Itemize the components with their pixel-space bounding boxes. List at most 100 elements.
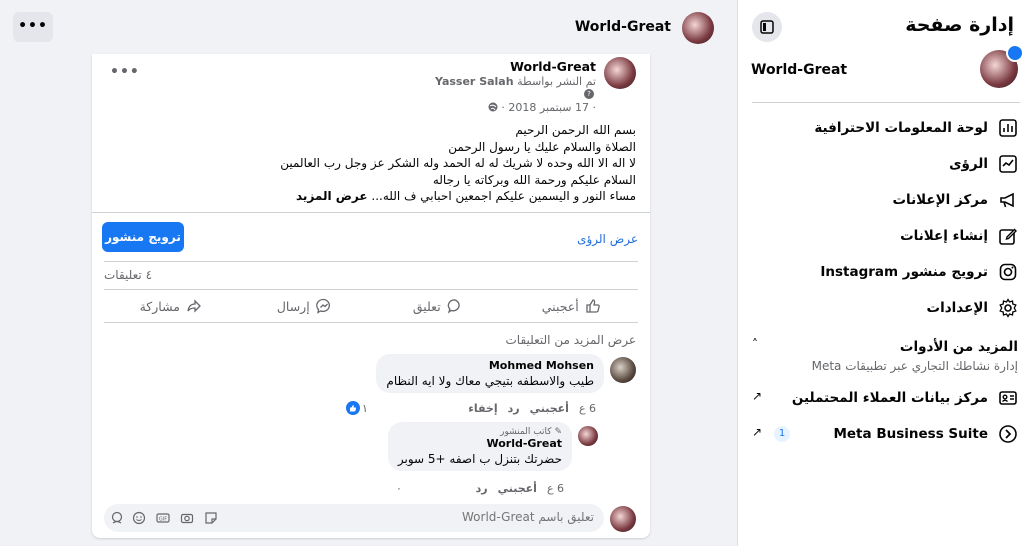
- post-author[interactable]: World-Great: [510, 59, 596, 74]
- comment-button[interactable]: تعليق: [371, 290, 505, 322]
- reply-reactions[interactable]: ٠: [396, 482, 402, 495]
- post-date[interactable]: · 17 سبتمبر 2018 ·: [488, 101, 596, 114]
- comments-count[interactable]: ٤ تعليقات: [104, 268, 152, 282]
- sidebar-item-label: ترويج منشور Instagram: [820, 264, 988, 280]
- messenger-icon: [315, 298, 332, 314]
- byline-name[interactable]: Yasser Salah: [435, 75, 514, 88]
- reply-time[interactable]: 6 ع: [547, 482, 564, 495]
- post-line: مساء النور و اليسمين عليكم اجمعين احبابي…: [116, 188, 636, 205]
- divider: [92, 212, 650, 213]
- author-reply-avatar[interactable]: [578, 426, 598, 446]
- help-icon[interactable]: ?: [584, 89, 594, 99]
- comment-label: تعليق: [412, 298, 441, 314]
- composer-avatar[interactable]: [610, 506, 636, 532]
- comment-icon: [447, 298, 463, 314]
- gear-icon: [996, 296, 1020, 320]
- sidebar-item-label: مركز بيانات العملاء المحتملين: [791, 390, 988, 406]
- like-label: أعجبني: [541, 298, 579, 314]
- sidebar-item-label: الرؤى: [949, 156, 988, 172]
- comment-author[interactable]: Mohmed Mohsen: [386, 359, 594, 372]
- contact-card-icon: [996, 386, 1020, 410]
- instagram-icon: [996, 260, 1020, 284]
- like-button[interactable]: أعجبني: [505, 290, 639, 322]
- sidebar-item-label: الإعدادات: [926, 300, 988, 316]
- more-tools-title: المزيد من الأدوات: [899, 339, 1018, 355]
- post-line: لا اله الا الله وحده لا شريك له له الحمد…: [280, 156, 636, 170]
- sidebar-item-instagram-boost[interactable]: ترويج منشور Instagram: [752, 257, 1020, 287]
- reply-bubble: ✎ كاتب المنشور World-Great حضرتك بتنزل ب…: [387, 422, 572, 471]
- share-label: مشاركة: [139, 298, 180, 314]
- comment-hide-button[interactable]: إخفاء: [468, 402, 497, 415]
- page-switcher[interactable]: World-Great: [737, 44, 1024, 92]
- reaction-count: ٠: [396, 482, 402, 495]
- boost-post-button[interactable]: ترويج منشور: [102, 222, 184, 252]
- sidebar-item-label: Meta Business Suite: [833, 426, 988, 442]
- sidebar-item-create-ads[interactable]: إنشاء إعلانات: [752, 221, 1020, 251]
- gif-icon[interactable]: GIF: [156, 511, 170, 525]
- sidebar-item-professional-dashboard[interactable]: لوحة المعلومات الاحترافية: [752, 113, 1020, 143]
- sidebar-item-leads-center[interactable]: مركز بيانات العملاء المحتملين ↗: [752, 383, 1020, 413]
- post-author-avatar[interactable]: [604, 57, 636, 89]
- view-insights-link[interactable]: عرض الرؤى: [577, 232, 638, 246]
- commenter-avatar[interactable]: [610, 357, 636, 383]
- sticker-icon[interactable]: [204, 511, 218, 525]
- reply-actions: 6 ع أعجبني رد: [476, 482, 564, 495]
- sidebar-item-business-suite[interactable]: Meta Business Suite 1 ↗: [752, 419, 1020, 449]
- avatar-sticker-icon[interactable]: [110, 511, 124, 525]
- comment-time[interactable]: 6 ع: [579, 402, 596, 415]
- send-button[interactable]: إرسال: [238, 290, 372, 322]
- see-more-link[interactable]: عرض المزيد: [296, 189, 368, 203]
- comment-like-button[interactable]: أعجبني: [530, 402, 569, 415]
- author-tag-label: كاتب المنشور: [500, 427, 552, 437]
- post-card: World-Great تم النشر بواسطة Yasser Salah…: [92, 54, 650, 538]
- emoji-icon[interactable]: [132, 511, 146, 525]
- bar-chart-icon: [996, 116, 1020, 140]
- sidebar-item-label: إنشاء إعلانات: [900, 228, 988, 244]
- collapse-sidebar-button[interactable]: [752, 12, 782, 42]
- reply-reply-button[interactable]: رد: [476, 482, 488, 495]
- reaction-count: ١: [362, 401, 368, 415]
- more-tools-subtitle: إدارة نشاطك التجاري عبر تطبيقات Meta: [811, 359, 1018, 373]
- page-name[interactable]: World-Great: [575, 19, 671, 35]
- post-byline: تم النشر بواسطة Yasser Salah: [435, 75, 596, 88]
- camera-icon[interactable]: [180, 511, 194, 525]
- megaphone-icon: [996, 188, 1020, 212]
- sidebar-toggle-icon: [760, 20, 774, 34]
- comment-composer[interactable]: GIF: [104, 504, 604, 532]
- globe-icon: [488, 102, 498, 112]
- sidebar-title: إدارة صفحة: [905, 14, 1014, 36]
- post-options-button[interactable]: •••: [110, 64, 140, 80]
- post-line: الصلاة والسلام عليك يا رسول الرحمن: [448, 139, 636, 154]
- reply-like-button[interactable]: أعجبني: [498, 482, 537, 495]
- post-author-tag: ✎ كاتب المنشور: [398, 427, 562, 437]
- comment-reply-button[interactable]: رد: [508, 402, 520, 415]
- page-options-button[interactable]: •••: [13, 12, 53, 42]
- post-actions: أعجبني تعليق إرسال مشاركة: [104, 289, 638, 323]
- post-line-text: مساء النور و اليسمين عليكم اجمعين احبابي…: [371, 189, 636, 203]
- view-more-comments-link[interactable]: عرض المزيد من التعليقات: [506, 333, 637, 347]
- byline-prefix: تم النشر بواسطة: [517, 75, 596, 88]
- sidebar-item-label: لوحة المعلومات الاحترافية: [814, 120, 988, 136]
- manage-page-sidebar: إدارة صفحة World-Great لوحة المعلومات ال…: [737, 0, 1024, 546]
- more-tools-section[interactable]: المزيد من الأدوات إدارة نشاطك التجاري عب…: [752, 337, 1020, 377]
- reply-text: حضرتك بتنزل ب اصفه +5 سوبر: [397, 452, 562, 466]
- comment-input[interactable]: [334, 510, 594, 524]
- chevron-up-icon[interactable]: ˄: [752, 337, 758, 351]
- divider: [752, 102, 1020, 103]
- top-bar: ••• World-Great: [0, 0, 737, 54]
- sidebar-item-settings[interactable]: الإعدادات: [752, 293, 1020, 323]
- share-button[interactable]: مشاركة: [104, 290, 238, 322]
- comment-actions: 6 ع أعجبني رد إخفاء: [468, 402, 596, 415]
- meta-badge-icon: [1006, 44, 1024, 62]
- reply-author[interactable]: World-Great: [398, 437, 562, 450]
- page-avatar[interactable]: [682, 12, 714, 44]
- business-suite-icon: [996, 422, 1020, 446]
- comment-text: طيب والاسطفه بتيجي معاك ولا ايه النظام: [386, 374, 594, 388]
- divider: [104, 261, 638, 262]
- sidebar-item-insights[interactable]: الرؤى: [752, 149, 1020, 179]
- external-link-icon: ↗: [752, 425, 763, 439]
- comment-reactions[interactable]: ١: [346, 401, 368, 415]
- sidebar-page-name: World-Great: [751, 62, 848, 78]
- sidebar-item-ad-center[interactable]: مركز الإعلانات: [752, 185, 1020, 215]
- pencil-icon: ✎: [554, 427, 562, 437]
